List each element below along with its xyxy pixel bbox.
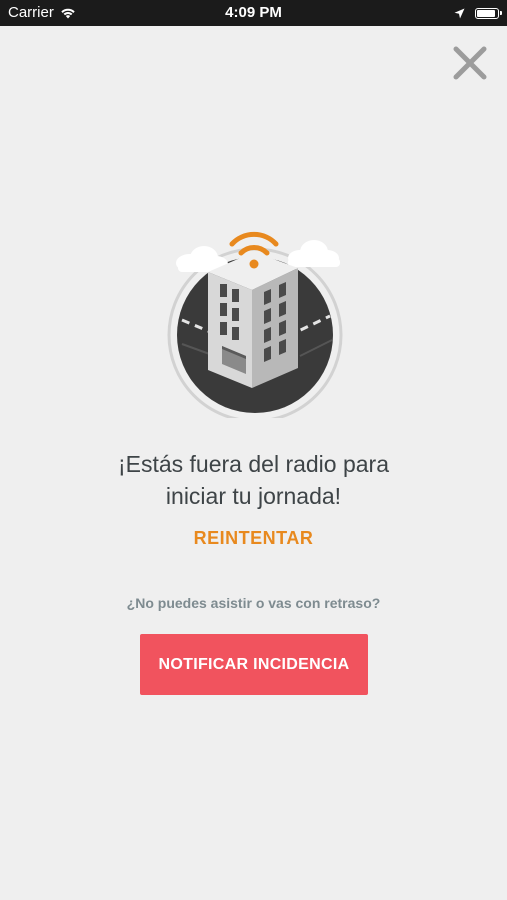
headline-line-1: ¡Estás fuera del radio para: [117, 451, 390, 477]
status-bar: Carrier 4:09 PM: [0, 0, 507, 26]
close-button[interactable]: [451, 44, 489, 82]
retry-button[interactable]: REINTENTAR: [0, 528, 507, 549]
building-wifi-illustration: [160, 228, 350, 423]
location-arrow-icon: [454, 8, 465, 18]
battery-fill: [477, 9, 495, 17]
headline-line-2: iniciar tu jornada!: [165, 483, 342, 509]
close-icon: [453, 46, 487, 80]
absence-question: ¿No puedes asistir o vas con retraso?: [126, 595, 381, 611]
headline: ¡Estás fuera del radio para iniciar tu j…: [0, 448, 507, 512]
status-right: [454, 0, 502, 26]
battery-icon: [475, 7, 502, 19]
notify-incident-button[interactable]: NOTIFICAR INCIDENCIA: [140, 634, 368, 695]
status-time: 4:09 PM: [225, 4, 282, 21]
